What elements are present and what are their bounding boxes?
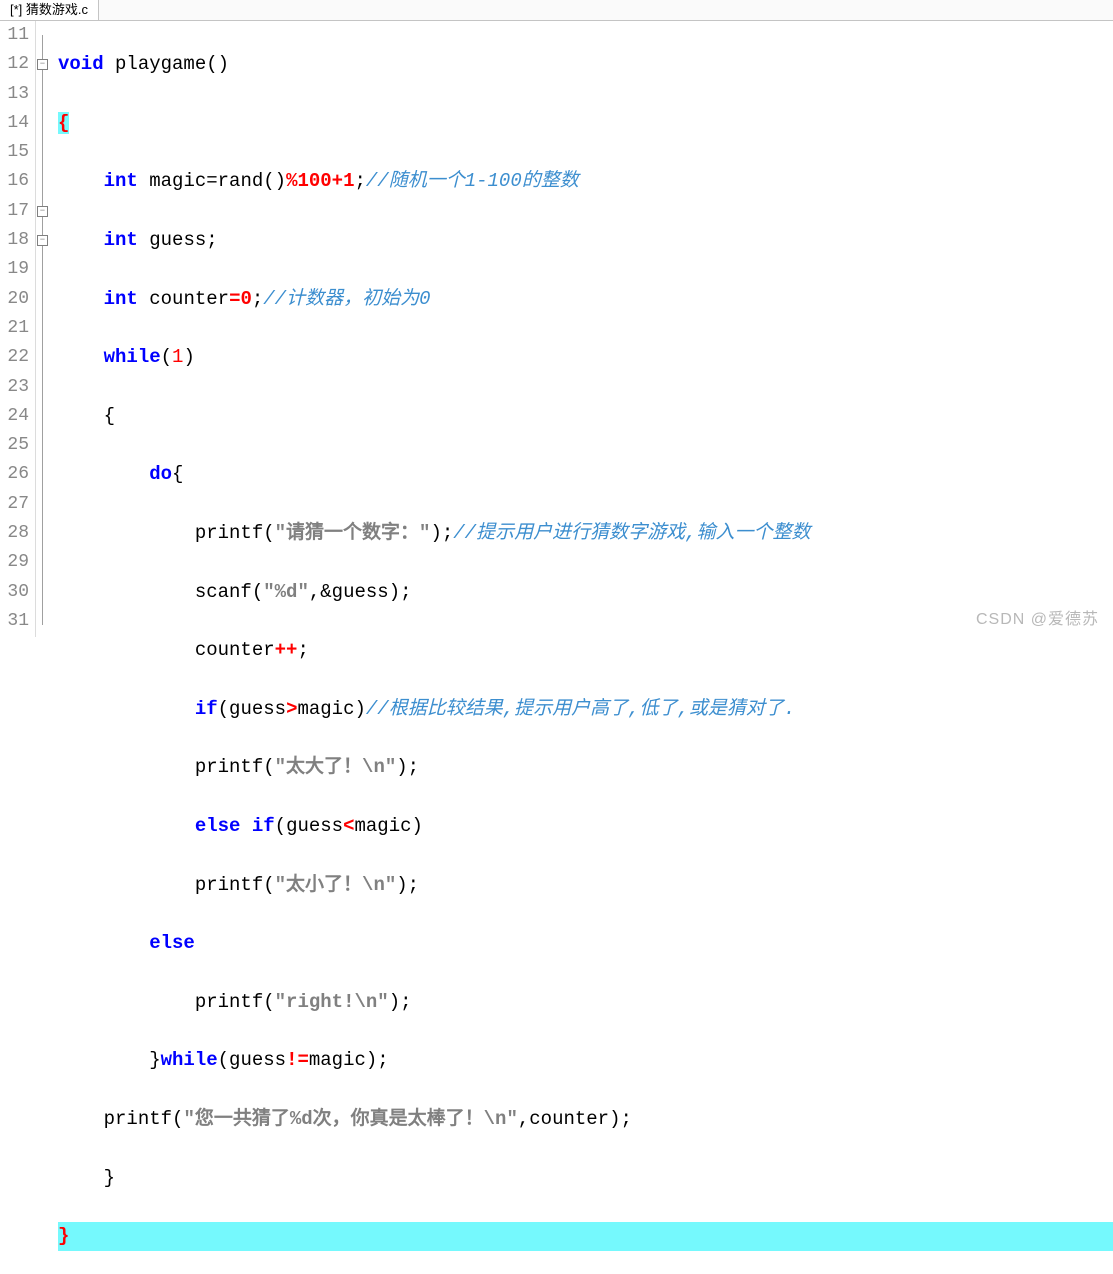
close-brace: } bbox=[58, 1225, 69, 1247]
op: =rand bbox=[206, 170, 263, 192]
keyword: if bbox=[195, 698, 218, 720]
keyword: else bbox=[195, 815, 241, 837]
string: "right!\n" bbox=[275, 991, 389, 1013]
keyword: else bbox=[149, 932, 195, 954]
semi: ; bbox=[355, 170, 366, 192]
op: ++ bbox=[275, 639, 298, 661]
op: != bbox=[286, 1049, 309, 1071]
tab-bar: [*] 猜数游戏.c bbox=[0, 0, 1113, 21]
keyword: while bbox=[161, 1049, 218, 1071]
string: "太小了！\n" bbox=[275, 874, 397, 896]
identifier: magic bbox=[309, 1049, 366, 1071]
fold-toggle-icon[interactable]: − bbox=[37, 206, 48, 217]
op: %100+1 bbox=[286, 170, 354, 192]
fold-toggle-icon[interactable]: − bbox=[37, 59, 48, 70]
arg: ,&guess bbox=[309, 581, 389, 603]
code-editor: 1112131415161718192021222324252627282930… bbox=[0, 21, 1113, 637]
keyword: void bbox=[58, 53, 104, 75]
identifier: magic bbox=[354, 815, 411, 837]
identifier: counter bbox=[195, 639, 275, 661]
string: "请猜一个数字：" bbox=[275, 522, 431, 544]
comment: //随机一个1-100的整数 bbox=[366, 170, 579, 192]
arg: ,counter bbox=[518, 1108, 609, 1130]
identifier: magic bbox=[149, 170, 206, 192]
keyword: while bbox=[104, 346, 161, 368]
identifier: counter bbox=[149, 288, 229, 310]
file-tab[interactable]: [*] 猜数游戏.c bbox=[0, 0, 99, 20]
fn-call: printf bbox=[195, 874, 263, 896]
comment: //根据比较结果,提示用户高了,低了,或是猜对了. bbox=[366, 698, 795, 720]
comment: //计数器，初始为0 bbox=[263, 288, 430, 310]
fn-call: printf bbox=[195, 991, 263, 1013]
op: > bbox=[286, 698, 297, 720]
code-area[interactable]: void playgame() { int magic=rand()%100+1… bbox=[54, 21, 1113, 637]
fn-call: scanf bbox=[195, 581, 252, 603]
string: "您一共猜了%d次，你真是太棒了！\n" bbox=[183, 1108, 517, 1130]
fn-call: printf bbox=[195, 756, 263, 778]
op: =0 bbox=[229, 288, 252, 310]
function-name: playgame bbox=[115, 53, 206, 75]
open-brace: { bbox=[58, 112, 69, 134]
fn-call: printf bbox=[195, 522, 263, 544]
keyword: int bbox=[104, 170, 138, 192]
string: "%d" bbox=[263, 581, 309, 603]
identifier: guess bbox=[149, 229, 206, 251]
comment: //提示用户进行猜数字游戏,输入一个整数 bbox=[453, 522, 810, 544]
keyword: do bbox=[149, 463, 172, 485]
number: 1 bbox=[172, 346, 183, 368]
fold-column: − − − bbox=[36, 21, 54, 637]
identifier: magic bbox=[297, 698, 354, 720]
identifier: guess bbox=[286, 815, 343, 837]
fn-call: printf bbox=[104, 1108, 172, 1130]
identifier: guess bbox=[229, 1049, 286, 1071]
identifier: guess bbox=[229, 698, 286, 720]
watermark: CSDN @爱德苏 bbox=[976, 605, 1099, 629]
keyword: if bbox=[252, 815, 275, 837]
string: "太大了！\n" bbox=[275, 756, 397, 778]
keyword: int bbox=[104, 288, 138, 310]
fold-toggle-icon[interactable]: − bbox=[37, 235, 48, 246]
line-gutter: 1112131415161718192021222324252627282930… bbox=[0, 21, 36, 637]
keyword: int bbox=[104, 229, 138, 251]
op: < bbox=[343, 815, 354, 837]
